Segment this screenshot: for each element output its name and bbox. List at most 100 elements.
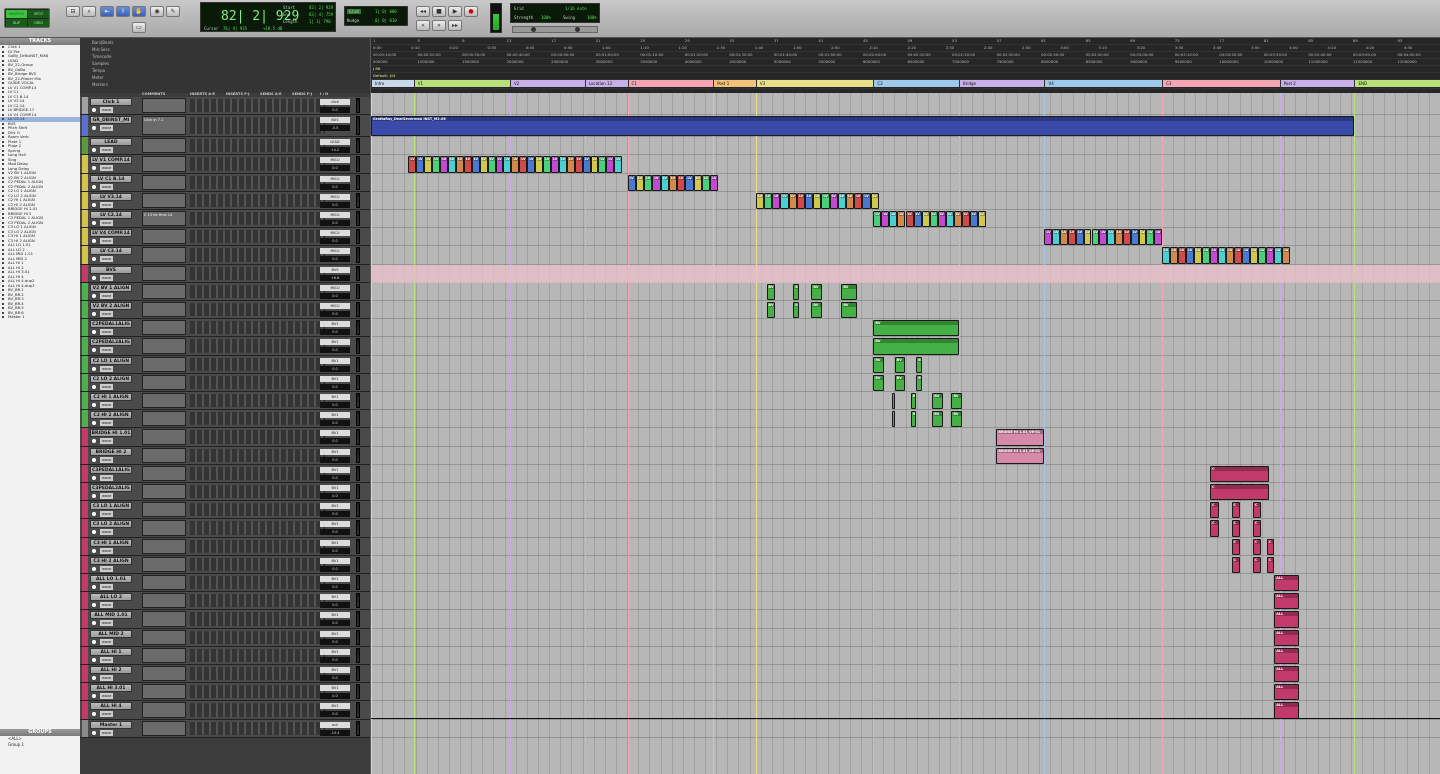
lead-vocal-clip[interactable]: LV [566, 156, 575, 173]
inserts-slots[interactable] [190, 375, 325, 389]
lead-vocal-clip[interactable]: LV [845, 192, 855, 209]
lead-vocal-clip[interactable]: LV [854, 192, 863, 209]
stop-icon[interactable]: ■ [432, 6, 446, 17]
lead-vocal-clip[interactable]: LV [1194, 247, 1203, 264]
track-comment[interactable] [142, 247, 186, 263]
backing-vocal-clip[interactable]: BV [766, 302, 776, 319]
swing-value[interactable]: 100% [587, 15, 597, 20]
lead-vocal-clip[interactable]: LV [582, 156, 591, 173]
lead-vocal-clip[interactable]: LV [416, 156, 425, 173]
track-name[interactable]: C3 HI 2 ALIGN [90, 556, 132, 565]
lead-vocal-clip[interactable]: LV [755, 192, 765, 209]
main-counter[interactable]: 82| 2| 929 Start End Length 82| 2| 929 8… [200, 2, 336, 32]
lead-vocal-clip[interactable]: LV [1242, 247, 1251, 264]
record-enable-icon[interactable] [92, 657, 96, 662]
lead-vocal-clip[interactable]: LV [1044, 229, 1053, 246]
inserts-slots[interactable] [190, 685, 325, 699]
track-name[interactable]: C3 LO 1 ALIGN [90, 502, 132, 511]
inserts-slots[interactable] [190, 721, 325, 735]
strength-value[interactable]: 100% [541, 15, 551, 20]
io-selector[interactable]: MICU [320, 284, 350, 291]
inserts-slots[interactable] [190, 212, 325, 226]
volume-readout[interactable]: 0.0 [320, 165, 350, 172]
inserts-slots[interactable] [190, 175, 325, 189]
lead-vocal-clip[interactable]: LV [1091, 229, 1100, 246]
backing-vocal-clip[interactable]: BV [932, 393, 943, 410]
track-view-selector[interactable]: wave [100, 438, 114, 445]
inserts-slots[interactable] [190, 303, 325, 317]
inserts-slots[interactable] [190, 339, 325, 353]
record-enable-icon[interactable] [92, 275, 96, 280]
track-comment[interactable] [142, 265, 186, 281]
record-enable-icon[interactable] [92, 126, 96, 131]
all-vocal-clip[interactable]: ALL [1274, 666, 1299, 683]
io-selector[interactable]: BV1 [320, 594, 350, 601]
volume-readout[interactable]: 0.0 [320, 365, 350, 372]
lead-vocal-clip[interactable]: LV [1210, 247, 1219, 264]
lead-vocal-clip[interactable]: LV [710, 174, 719, 191]
track-view-selector[interactable]: wave [100, 165, 114, 172]
backing-vocal-clip[interactable]: BV [766, 283, 776, 300]
inserts-slots[interactable] [190, 448, 325, 462]
volume-readout[interactable]: 0.0 [320, 529, 350, 536]
lead-vocal-clip[interactable]: LV [627, 174, 636, 191]
track-name[interactable]: C3PEDAL1ALIG [90, 465, 132, 474]
inserts-slots[interactable] [190, 667, 325, 681]
track-name[interactable]: V2 BV 2 ALIGN [90, 302, 132, 310]
record-enable-icon[interactable] [92, 676, 96, 680]
lead-vocal-clip[interactable]: LV [471, 156, 480, 173]
backing-vocal-clip[interactable]: BV [916, 356, 922, 373]
backing-vocal-clip[interactable]: BV [932, 411, 943, 428]
nudge-label[interactable]: Nudge [347, 18, 359, 23]
lead-vocal-clip[interactable]: LV [1075, 229, 1084, 246]
marker[interactable]: Bridge [958, 80, 1045, 87]
track-comment[interactable] [142, 538, 186, 554]
group-item-1[interactable]: Group 1 [0, 742, 80, 748]
volume-readout[interactable]: -15.4 [320, 729, 350, 736]
lead-vocal-clip[interactable]: LV [614, 156, 623, 173]
io-selector[interactable]: BV1 [320, 466, 350, 473]
track-comment[interactable] [142, 647, 186, 663]
c3-clip[interactable]: C [1231, 502, 1241, 519]
lead-vocal-clip[interactable]: LV [1099, 229, 1108, 246]
backing-vocal-clip[interactable]: BV [873, 320, 959, 337]
lead-vocal-clip[interactable]: LV [598, 156, 607, 173]
inserts-slots[interactable] [190, 648, 325, 662]
track-name[interactable]: ALL MID 1.01 [90, 611, 132, 620]
lead-vocal-clip[interactable]: LV [590, 156, 599, 173]
all-vocal-clip[interactable]: ALL [1274, 684, 1299, 701]
selector-tool-icon[interactable]: I [116, 6, 130, 17]
record-enable-icon[interactable] [92, 293, 96, 298]
backing-vocal-clip[interactable]: BV [811, 283, 823, 300]
inserts-slots[interactable] [190, 157, 325, 171]
track-name[interactable]: ALL HI 4 [90, 702, 132, 711]
track-comment[interactable] [142, 411, 186, 427]
record-enable-icon[interactable] [92, 621, 96, 626]
lead-vocal-clip[interactable]: LV [1115, 229, 1123, 246]
volume-readout[interactable]: 0.0 [320, 693, 350, 700]
slider-knob-2[interactable] [575, 27, 580, 32]
track-name[interactable]: ALL MID 2 [90, 629, 132, 638]
track-view-selector[interactable]: wave [100, 420, 114, 427]
track-view-selector[interactable]: wave [100, 238, 114, 245]
lead-vocal-clip[interactable]: LV [432, 156, 441, 173]
c3-clip[interactable]: C [1252, 520, 1262, 537]
track-name[interactable]: BVS [90, 265, 132, 274]
backing-vocal-clip[interactable]: BV [891, 393, 895, 410]
lead-vocal-clip[interactable]: LV [969, 211, 978, 228]
io-selector[interactable]: BV1 [320, 357, 350, 364]
grid-value[interactable]: 1| 0| 000 [375, 9, 397, 14]
inserts-slots[interactable] [190, 539, 325, 553]
record-enable-icon[interactable] [92, 202, 96, 207]
io-selector[interactable]: MICU [320, 248, 350, 255]
io-selector[interactable]: MICU [320, 175, 350, 182]
track-view-selector[interactable]: wave [100, 347, 114, 354]
volume-readout[interactable]: 0.0 [320, 201, 350, 208]
all-vocal-clip[interactable]: ALL [1274, 702, 1299, 719]
inserts-slots[interactable] [190, 703, 325, 717]
c3-clip[interactable]: C [1266, 556, 1275, 573]
lead-vocal-clip[interactable]: LV [796, 192, 805, 209]
quantize-grid-value[interactable]: 1/16 note [565, 6, 587, 11]
io-selector[interactable]: BV1 [320, 557, 350, 564]
track-view-selector[interactable]: wave [100, 675, 114, 681]
